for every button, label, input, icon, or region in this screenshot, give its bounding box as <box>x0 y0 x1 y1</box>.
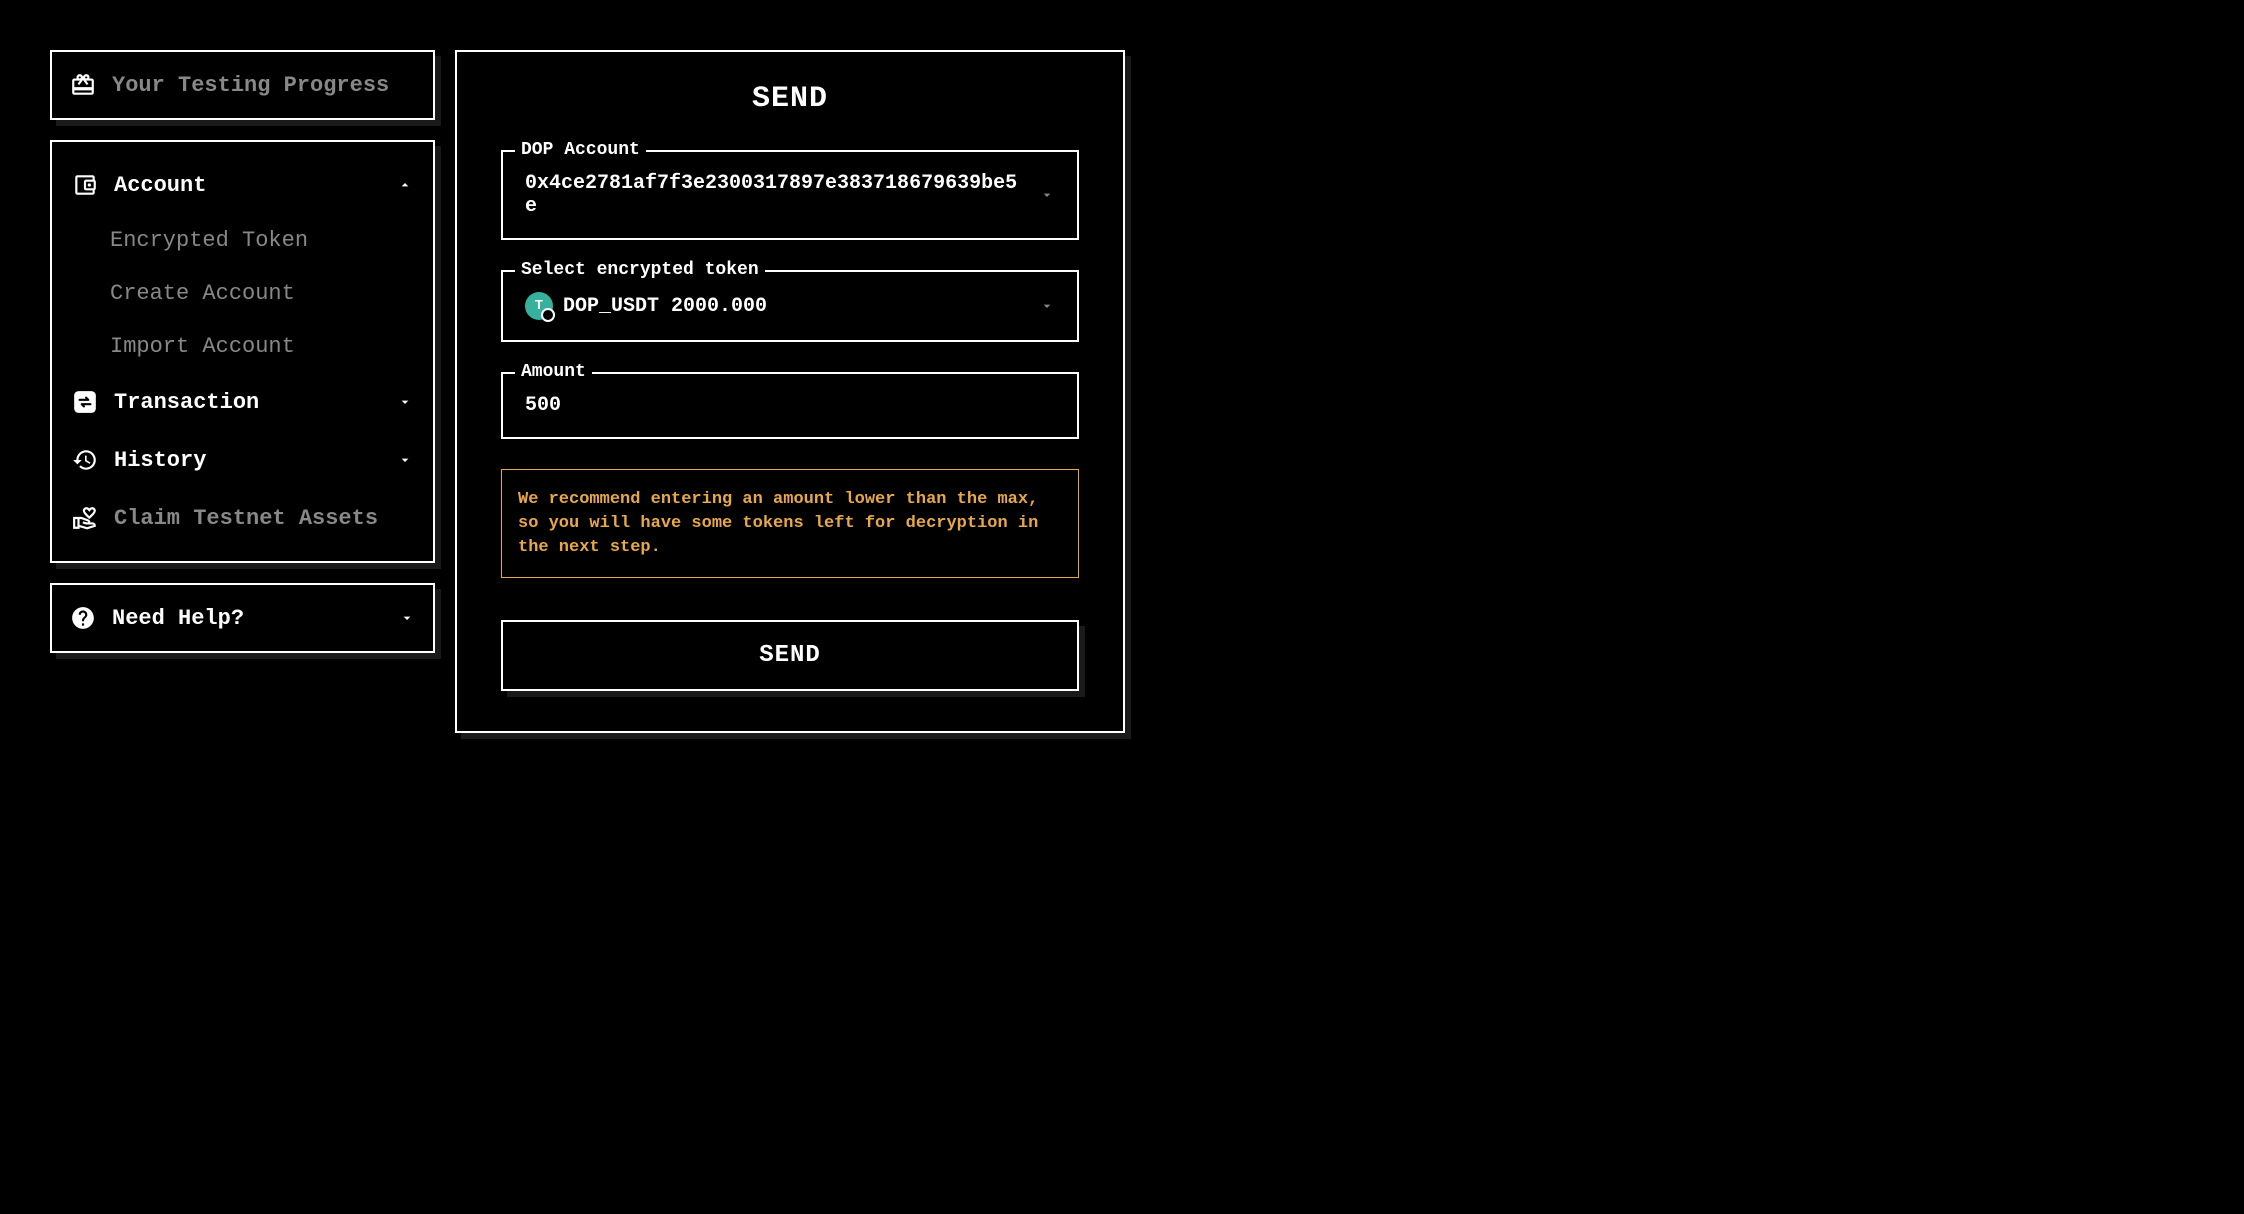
token-field[interactable]: Select encrypted token T DOP_USDT 2000.0… <box>501 270 1079 342</box>
amount-legend: Amount <box>515 362 592 382</box>
chevron-down-icon <box>397 394 413 410</box>
warning-text: We recommend entering an amount lower th… <box>518 488 1062 559</box>
help-panel[interactable]: Need Help? <box>50 583 435 653</box>
dop-account-field[interactable]: DOP Account 0x4ce2781af7f3e2300317897e38… <box>501 150 1079 240</box>
gift-icon <box>70 72 96 98</box>
chevron-up-icon <box>397 177 413 193</box>
history-icon <box>72 447 98 473</box>
sub-item-create-account[interactable]: Create Account <box>52 267 433 320</box>
help-icon <box>70 605 96 631</box>
nav-claim-label: Claim Testnet Assets <box>114 506 378 531</box>
chevron-down-icon <box>1039 298 1055 314</box>
help-label: Need Help? <box>112 606 244 631</box>
amount-field: Amount <box>501 372 1079 439</box>
nav-item-history[interactable]: History <box>52 431 433 489</box>
token-value: DOP_USDT 2000.000 <box>563 295 767 318</box>
token-legend: Select encrypted token <box>515 260 765 280</box>
swap-icon <box>72 389 98 415</box>
dop-account-value: 0x4ce2781af7f3e2300317897e383718679639be… <box>525 172 1029 218</box>
usdt-token-icon: T <box>525 292 553 320</box>
nav-item-account[interactable]: Account <box>52 156 433 214</box>
chevron-down-icon <box>397 452 413 468</box>
nav-transaction-label: Transaction <box>114 390 259 415</box>
wallet-icon <box>72 172 98 198</box>
send-button[interactable]: SEND <box>501 620 1079 691</box>
sub-item-encrypted-token[interactable]: Encrypted Token <box>52 214 433 267</box>
dop-account-legend: DOP Account <box>515 140 646 160</box>
nav-history-label: History <box>114 448 206 473</box>
nav-item-claim[interactable]: Claim Testnet Assets <box>52 489 433 547</box>
nav-panel: Account Encrypted Token Create Account I… <box>50 140 435 563</box>
chevron-down-icon <box>1039 187 1055 203</box>
send-panel: SEND DOP Account 0x4ce2781af7f3e23003178… <box>455 50 1125 733</box>
nav-account-label: Account <box>114 173 206 198</box>
sub-item-import-account[interactable]: Import Account <box>52 320 433 373</box>
chevron-down-icon <box>399 610 415 626</box>
page-title: SEND <box>501 82 1079 116</box>
nav-item-transaction[interactable]: Transaction <box>52 373 433 431</box>
warning-box: We recommend entering an amount lower th… <box>501 469 1079 578</box>
testing-progress-label: Your Testing Progress <box>112 73 389 98</box>
amount-input[interactable] <box>525 394 1055 417</box>
testing-progress-panel[interactable]: Your Testing Progress <box>50 50 435 120</box>
claim-icon <box>72 505 98 531</box>
